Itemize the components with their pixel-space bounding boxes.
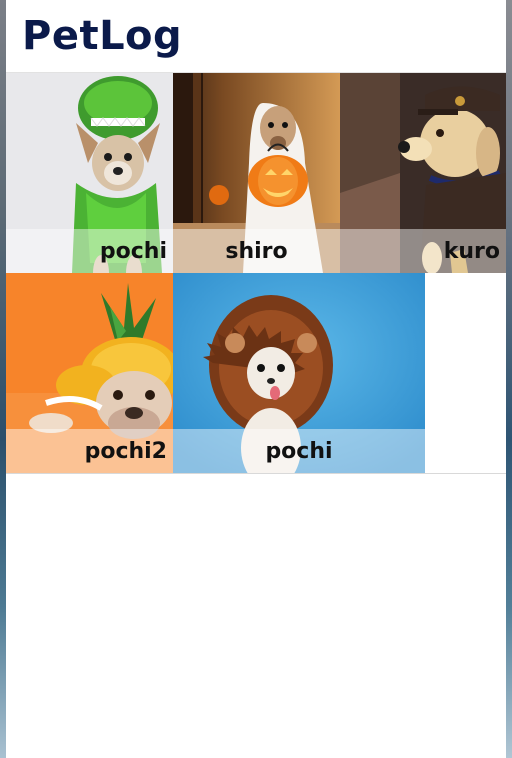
pet-name: kuro: [443, 238, 500, 264]
pet-name: pochi2: [84, 438, 167, 464]
pet-label-bar: kuro: [340, 229, 506, 273]
pet-grid: pochi shiro kuro pochi2 pochi: [6, 72, 506, 474]
pet-label-bar: shiro: [173, 229, 340, 273]
pet-tile[interactable]: pochi: [173, 273, 425, 473]
pet-tile[interactable]: shiro: [173, 73, 340, 273]
pet-name: shiro: [225, 238, 288, 264]
pet-tile[interactable]: pochi2: [6, 273, 173, 473]
pet-name: pochi: [99, 238, 167, 264]
pet-name: pochi: [265, 438, 333, 464]
pet-tile[interactable]: pochi: [6, 73, 173, 273]
pet-label-bar: pochi: [6, 229, 173, 273]
app-header: PetLog: [6, 0, 506, 72]
pet-label-bar: pochi: [173, 429, 425, 473]
desktop-background-right: [506, 0, 512, 758]
app-title: PetLog: [22, 13, 183, 59]
app-window: PetLog pochi shiro kuro pochi2 pochi: [6, 0, 506, 758]
pet-tile[interactable]: kuro: [340, 73, 506, 273]
pet-label-bar: pochi2: [6, 429, 173, 473]
